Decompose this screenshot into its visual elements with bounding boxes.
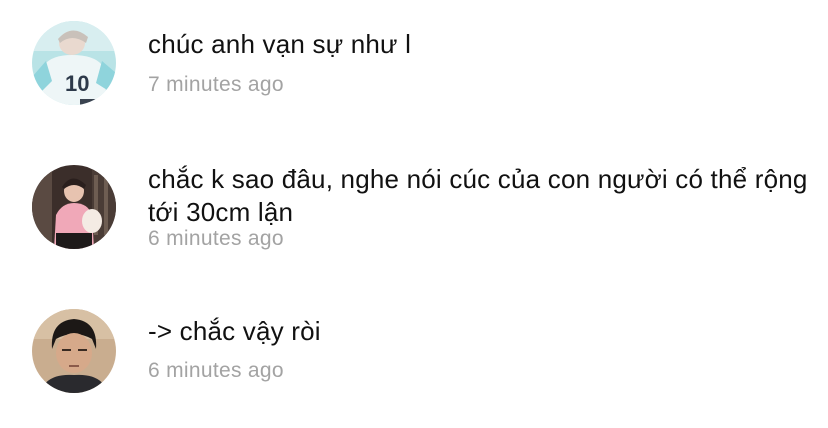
comment-body: chúc anh vạn sự như l 7 minutes ago <box>148 28 808 98</box>
comment-text: -> chắc vậy ròi <box>148 316 321 346</box>
comment-item: -> chắc vậy ròi 6 minutes ago <box>0 290 828 428</box>
comment-text: chúc anh vạn sự như l <box>148 29 412 59</box>
comment-item: chắc k sao đâu, nghe nói cúc của con ngư… <box>0 140 828 280</box>
avatar-photo-icon <box>32 165 116 249</box>
user-avatar[interactable] <box>32 165 116 249</box>
avatar-photo-icon: 10 <box>32 21 116 105</box>
comment-list: 10 chúc anh vạn sự như l 7 minutes ago c… <box>0 0 828 428</box>
comment-timestamp: 6 minutes ago <box>148 227 284 250</box>
avatar-photo-icon <box>32 309 116 393</box>
comment-timestamp: 6 minutes ago <box>148 359 284 382</box>
comment-timestamp: 7 minutes ago <box>148 73 284 96</box>
svg-text:10: 10 <box>65 71 89 96</box>
user-avatar[interactable] <box>32 309 116 393</box>
comment-item: 10 chúc anh vạn sự như l 7 minutes ago <box>0 0 828 130</box>
comment-body: -> chắc vậy ròi 6 minutes ago <box>148 315 808 384</box>
comment-text: chắc k sao đâu, nghe nói cúc của con ngư… <box>148 164 808 227</box>
user-avatar[interactable]: 10 <box>32 21 116 105</box>
comment-body: chắc k sao đâu, nghe nói cúc của con ngư… <box>148 163 808 252</box>
